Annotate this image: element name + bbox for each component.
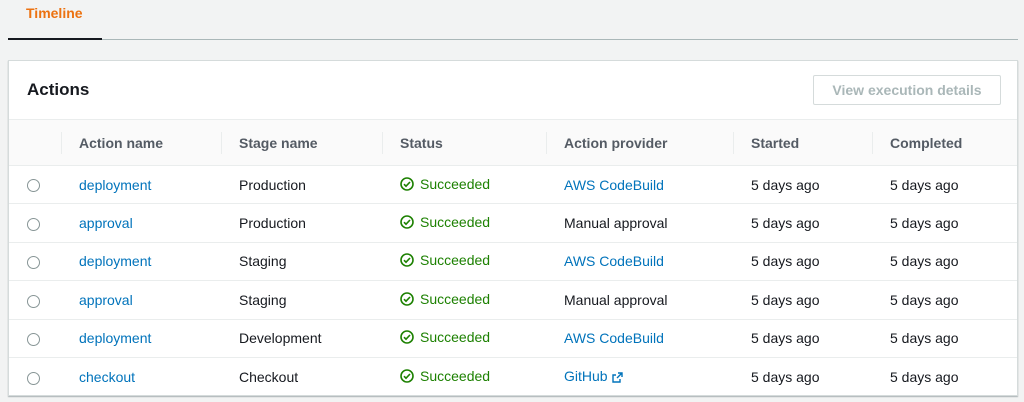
tab-timeline[interactable]: Timeline — [8, 0, 102, 40]
row-select-radio[interactable] — [27, 179, 40, 193]
table-body: deployment Production Succeeded AWS CodeBui… — [9, 166, 1017, 396]
external-link-icon — [611, 370, 623, 386]
check-circle-icon — [400, 215, 414, 229]
stage-name: Production — [239, 215, 306, 232]
status-indicator: Succeeded — [400, 176, 490, 192]
action-name-link[interactable]: approval — [79, 215, 133, 231]
action-name-link[interactable]: checkout — [79, 369, 135, 385]
started-time: 5 days ago — [751, 253, 820, 270]
table-row[interactable]: approval Staging Succeeded Manual approval 5… — [9, 281, 1017, 320]
action-provider: Manual approval — [564, 291, 668, 308]
completed-time: 5 days ago — [890, 253, 959, 270]
row-select-radio[interactable] — [27, 256, 40, 270]
status-indicator: Succeeded — [400, 291, 490, 307]
actions-panel: Actions View execution details Action na… — [8, 60, 1018, 396]
action-provider[interactable]: AWS CodeBuild — [564, 253, 664, 269]
header-completed[interactable]: Completed — [872, 119, 1017, 166]
check-circle-icon — [400, 330, 414, 345]
completed-time: 5 days ago — [890, 215, 959, 232]
check-circle-icon — [400, 253, 414, 268]
started-time: 5 days ago — [751, 368, 820, 385]
row-select-radio[interactable] — [27, 371, 40, 385]
header-action-name[interactable]: Action name — [61, 119, 221, 166]
stage-name: Staging — [239, 291, 287, 308]
row-select-radio[interactable] — [27, 294, 40, 308]
table-row[interactable]: deployment Staging Succeeded AWS CodeBuild 5… — [9, 242, 1017, 281]
status-text: Succeeded — [420, 367, 491, 384]
status-text: Succeeded — [420, 290, 491, 307]
completed-time: 5 days ago — [890, 368, 959, 385]
table-row[interactable]: deployment Production Succeeded AWS CodeBui… — [9, 166, 1017, 204]
check-circle-icon — [400, 369, 414, 383]
status-indicator: Succeeded — [400, 329, 490, 345]
stage-name: Staging — [239, 253, 287, 270]
header-action-provider[interactable]: Action provider — [546, 119, 733, 166]
row-select-radio[interactable] — [27, 217, 40, 231]
actions-table: Action name Stage name Status Action pro… — [9, 119, 1017, 396]
table-row[interactable]: deployment Development Succeeded AWS CodeBu… — [9, 319, 1017, 358]
status-indicator: Succeeded — [400, 368, 490, 384]
tab-bar: Timeline — [8, 0, 1018, 40]
panel-header: Actions View execution details — [9, 61, 1017, 119]
stage-name: Checkout — [239, 368, 299, 385]
panel-title: Actions — [27, 80, 90, 99]
action-provider[interactable]: AWS CodeBuild — [564, 330, 664, 346]
table-header-row: Action name Stage name Status Action pro… — [9, 119, 1017, 166]
stage-name: Production — [239, 176, 306, 193]
status-text: Succeeded — [420, 252, 491, 269]
status-indicator: Succeeded — [400, 214, 490, 230]
status-indicator: Succeeded — [400, 252, 490, 268]
started-time: 5 days ago — [751, 176, 820, 193]
check-circle-icon — [400, 176, 414, 191]
action-provider: Manual approval — [564, 215, 668, 232]
table-row[interactable]: checkout Checkout Succeeded GitHub 5 days ag… — [9, 357, 1017, 395]
header-started[interactable]: Started — [733, 119, 872, 166]
action-name-link[interactable]: approval — [79, 292, 133, 308]
status-text: Succeeded — [420, 175, 491, 192]
action-provider[interactable]: GitHub — [564, 368, 608, 384]
action-provider[interactable]: AWS CodeBuild — [564, 177, 664, 193]
row-select-radio[interactable] — [27, 333, 40, 347]
action-name-link[interactable]: deployment — [79, 177, 151, 193]
started-time: 5 days ago — [751, 291, 820, 308]
completed-time: 5 days ago — [890, 330, 959, 347]
status-text: Succeeded — [420, 214, 491, 231]
action-name-link[interactable]: deployment — [79, 253, 151, 269]
completed-time: 5 days ago — [890, 291, 959, 308]
header-stage-name[interactable]: Stage name — [221, 119, 382, 166]
stage-name: Development — [239, 330, 322, 347]
started-time: 5 days ago — [751, 330, 820, 347]
check-circle-icon — [400, 292, 414, 306]
status-text: Succeeded — [420, 329, 491, 346]
header-status[interactable]: Status — [382, 119, 546, 166]
action-name-link[interactable]: deployment — [79, 330, 151, 346]
header-select — [9, 119, 61, 166]
completed-time: 5 days ago — [890, 176, 959, 193]
started-time: 5 days ago — [751, 215, 820, 232]
view-execution-details-button[interactable]: View execution details — [813, 75, 1001, 105]
table-row[interactable]: approval Production Succeeded Manual approv… — [9, 204, 1017, 243]
